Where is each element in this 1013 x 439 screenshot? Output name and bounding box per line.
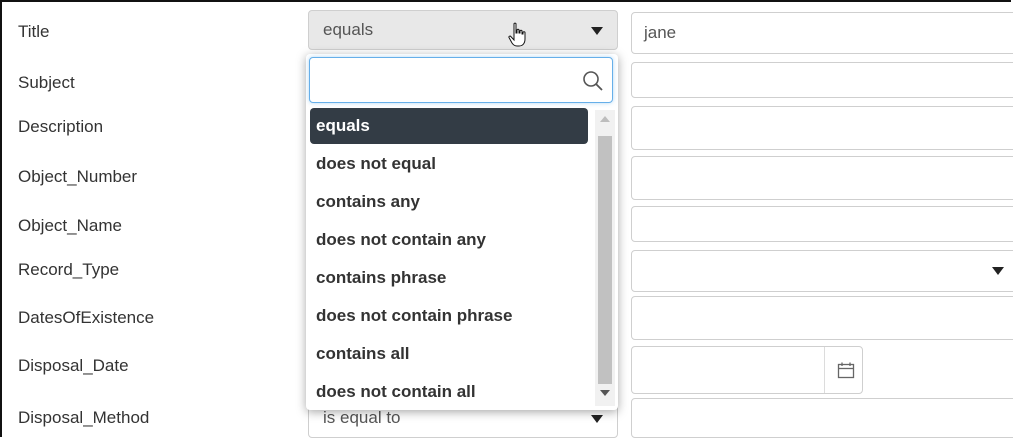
- title-value-text: jane: [644, 23, 677, 42]
- description-value-input[interactable]: [631, 106, 1013, 150]
- title-operator-value: equals: [323, 20, 374, 39]
- dropdown-option-does-not-contain-any[interactable]: does not contain any: [310, 222, 588, 258]
- disposal-date-value-input[interactable]: [631, 346, 863, 394]
- hand-pointer-icon: [508, 22, 526, 47]
- field-label-record-type: Record_Type: [18, 260, 120, 279]
- dates-of-existence-value-input[interactable]: [631, 296, 1013, 340]
- dropdown-option-does-not-contain-phrase[interactable]: does not contain phrase: [310, 298, 588, 334]
- operator-dropdown-menu: equals does not equal contains any does …: [306, 54, 618, 410]
- dropdown-option-contains-all[interactable]: contains all: [310, 336, 588, 372]
- title-value-input[interactable]: jane: [631, 12, 1013, 54]
- scroll-up-icon[interactable]: [600, 116, 610, 122]
- search-icon: [583, 71, 603, 91]
- dropdown-option-contains-phrase[interactable]: contains phrase: [310, 260, 588, 296]
- dropdown-option-equals[interactable]: equals: [310, 108, 588, 144]
- chevron-down-icon: [591, 415, 603, 423]
- dropdown-option-does-not-contain-all[interactable]: does not contain all: [310, 374, 588, 410]
- scrollbar-thumb[interactable]: [598, 136, 612, 384]
- field-label-disposal-method: Disposal_Method: [18, 408, 150, 427]
- field-label-object-name: Object_Name: [18, 216, 122, 235]
- field-label-dates-of-existence: DatesOfExistence: [18, 308, 155, 327]
- dropdown-search-input[interactable]: [309, 57, 613, 103]
- object-name-value-input[interactable]: [631, 206, 1013, 242]
- date-input-divider: [824, 347, 825, 393]
- field-label-object-number: Object_Number: [18, 167, 138, 186]
- dropdown-option-contains-any[interactable]: contains any: [310, 184, 588, 220]
- disposal-method-value-input[interactable]: [631, 398, 1013, 438]
- disposal-method-operator-value: is equal to: [323, 408, 401, 427]
- chevron-down-icon: [591, 27, 603, 35]
- field-label-subject: Subject: [18, 73, 75, 92]
- dropdown-scrollbar[interactable]: [595, 110, 615, 406]
- field-label-disposal-date: Disposal_Date: [18, 356, 129, 375]
- calendar-icon[interactable]: [837, 361, 855, 379]
- object-number-value-input[interactable]: [631, 156, 1013, 200]
- scroll-down-icon[interactable]: [600, 390, 610, 396]
- subject-value-input[interactable]: [631, 62, 1013, 98]
- chevron-down-icon: [992, 267, 1004, 275]
- field-label-title: Title: [18, 22, 50, 41]
- record-type-value-select[interactable]: [631, 250, 1013, 292]
- title-operator-select[interactable]: equals: [308, 10, 618, 50]
- field-label-description: Description: [18, 117, 104, 136]
- dropdown-option-does-not-equal[interactable]: does not equal: [310, 146, 588, 182]
